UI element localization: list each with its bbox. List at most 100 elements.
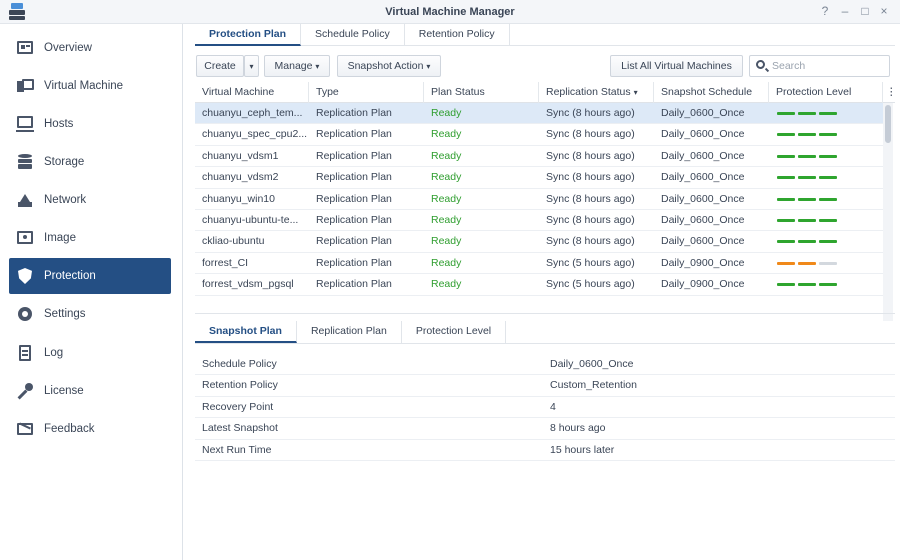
scrollbar-thumb[interactable]: [885, 105, 891, 143]
column-header-protection-level[interactable]: Protection Level: [769, 82, 883, 103]
detail-value: 15 hours later: [550, 443, 615, 456]
table-row[interactable]: chuanyu_ceph_tem... Replication Plan Ready…: [195, 103, 883, 125]
vm-name-cell: chuanyu_vdsm2: [202, 171, 279, 184]
detail-row: Latest Snapshot 8 hours ago: [195, 418, 895, 440]
column-header-type[interactable]: Type: [309, 82, 424, 103]
plan-status-cell: Ready: [431, 278, 462, 291]
sidebar-item-overview[interactable]: Overview: [9, 30, 171, 66]
tab-protection-level[interactable]: Protection Level: [402, 321, 507, 343]
tab-protection-plan[interactable]: Protection Plan: [195, 24, 302, 46]
protection-level-segment: [798, 283, 816, 287]
chevron-down-icon: ▾: [249, 62, 254, 71]
sidebar-item-virtual-machine[interactable]: Virtual Machine: [9, 68, 171, 104]
sidebar-item-license[interactable]: License: [9, 373, 171, 409]
detail-label: Next Run Time: [202, 443, 272, 456]
image-icon: [16, 229, 34, 247]
sidebar-item-log[interactable]: Log: [9, 335, 171, 371]
panel-splitter[interactable]: [195, 310, 895, 314]
search-box[interactable]: [749, 55, 890, 77]
plan-status-cell: Ready: [431, 192, 462, 205]
snapshot-action-button[interactable]: Snapshot Action ▾: [337, 55, 441, 77]
column-header-replication-status[interactable]: Replication Status ▾: [539, 82, 654, 103]
tab-replication-plan[interactable]: Replication Plan: [297, 321, 402, 343]
protection-icon: [16, 267, 34, 285]
search-input[interactable]: [772, 58, 882, 74]
replication-status-cell: Sync (5 hours ago): [546, 278, 635, 291]
plan-status-cell: Ready: [431, 171, 462, 184]
protection-level-segment: [798, 154, 816, 158]
top-tabs: Protection Plan Schedule Policy Retentio…: [195, 24, 895, 46]
column-header-label: Replication Status: [546, 86, 631, 98]
sidebar-item-hosts[interactable]: Hosts: [9, 106, 171, 142]
protection-level-segment: [777, 197, 795, 201]
detail-label: Latest Snapshot: [202, 422, 278, 435]
tab-snapshot-plan[interactable]: Snapshot Plan: [195, 321, 297, 343]
create-button[interactable]: Create: [196, 55, 244, 77]
type-cell: Replication Plan: [316, 256, 392, 269]
table-row[interactable]: forrest_CI Replication Plan Ready Sync (5 h…: [195, 253, 883, 275]
table-row[interactable]: chuanyu_vdsm2 Replication Plan Ready Sync (…: [195, 167, 883, 189]
create-dropdown-button[interactable]: ▾: [244, 55, 259, 77]
list-all-vms-button[interactable]: List All Virtual Machines: [610, 55, 743, 77]
snapshot-schedule-cell: Daily_0600_Once: [661, 128, 745, 141]
sidebar-item-feedback[interactable]: Feedback: [9, 411, 171, 447]
protection-level-segment: [819, 197, 837, 201]
plan-status-cell: Ready: [431, 149, 462, 162]
sidebar-item-storage[interactable]: Storage: [9, 144, 171, 180]
table-row[interactable]: ckliao-ubuntu Replication Plan Ready Sync (…: [195, 231, 883, 253]
column-header-plan-status[interactable]: Plan Status: [424, 82, 539, 103]
tab-schedule-policy[interactable]: Schedule Policy: [301, 24, 405, 46]
detail-row: Retention Policy Custom_Retention: [195, 375, 895, 397]
plan-status-cell: Ready: [431, 107, 462, 119]
snapshot-action-label: Snapshot Action: [347, 60, 424, 72]
type-cell: Replication Plan: [316, 278, 392, 291]
storage-icon: [16, 153, 34, 171]
sidebar-item-network[interactable]: Network: [9, 182, 171, 218]
detail-tabs: Snapshot Plan Replication Plan Protectio…: [195, 321, 895, 344]
type-cell: Replication Plan: [316, 128, 392, 141]
virtual-machine-icon: [16, 77, 34, 95]
protection-level-segment: [777, 261, 795, 265]
table-row[interactable]: chuanyu_win10 Replication Plan Ready Sync (…: [195, 189, 883, 210]
column-header-virtual-machine[interactable]: Virtual Machine: [195, 82, 309, 103]
type-cell: Replication Plan: [316, 171, 392, 184]
vm-name-cell: chuanyu_ceph_tem...: [202, 107, 303, 119]
protection-level-segment: [798, 176, 816, 180]
replication-status-cell: Sync (8 hours ago): [546, 128, 635, 141]
sidebar-item-image[interactable]: Image: [9, 220, 171, 256]
plan-status-cell: Ready: [431, 214, 462, 226]
snapshot-schedule-cell: Daily_0600_Once: [661, 107, 745, 119]
table-row[interactable]: forrest_vdsm_pgsql Replication Plan Ready S…: [195, 274, 883, 296]
protection-level-indicator: [769, 189, 883, 210]
protection-level-segment: [819, 219, 837, 222]
column-header-snapshot-schedule[interactable]: Snapshot Schedule: [654, 82, 769, 103]
protection-level-segment: [777, 283, 795, 287]
protection-level-segment: [819, 133, 837, 137]
overview-icon: [16, 39, 34, 57]
maximize-icon[interactable]: □: [858, 4, 872, 18]
table-row[interactable]: chuanyu_spec_cpu2... Replication Plan Read…: [195, 124, 883, 146]
detail-value: Custom_Retention: [550, 379, 637, 392]
detail-label: Retention Policy: [202, 379, 278, 392]
column-menu-icon[interactable]: ⋮: [883, 82, 897, 103]
tab-retention-policy[interactable]: Retention Policy: [405, 24, 510, 46]
plan-status-cell: Ready: [431, 256, 462, 269]
protection-level-segment: [819, 112, 837, 115]
detail-value: 8 hours ago: [550, 422, 606, 435]
network-icon: [16, 191, 34, 209]
close-icon[interactable]: ×: [877, 4, 891, 18]
manage-button[interactable]: Manage ▾: [264, 55, 330, 77]
table-row[interactable]: chuanyu-ubuntu-te... Replication Plan Read…: [195, 210, 883, 232]
sidebar-item-protection[interactable]: Protection: [9, 258, 171, 294]
detail-label: Schedule Policy: [202, 358, 277, 370]
sidebar-item-settings[interactable]: Settings: [9, 296, 171, 332]
main-panel: Protection Plan Schedule Policy Retentio…: [184, 24, 900, 560]
minimize-icon[interactable]: –: [838, 4, 852, 18]
protection-level-segment: [798, 112, 816, 115]
detail-value: 4: [550, 400, 556, 413]
snapshot-schedule-cell: Daily_0900_Once: [661, 278, 745, 291]
table-row[interactable]: chuanyu_vdsm1 Replication Plan Ready Sync (…: [195, 146, 883, 168]
protection-level-segment: [777, 154, 795, 158]
help-icon[interactable]: ?: [818, 4, 832, 18]
detail-row: Recovery Point 4: [195, 397, 895, 419]
